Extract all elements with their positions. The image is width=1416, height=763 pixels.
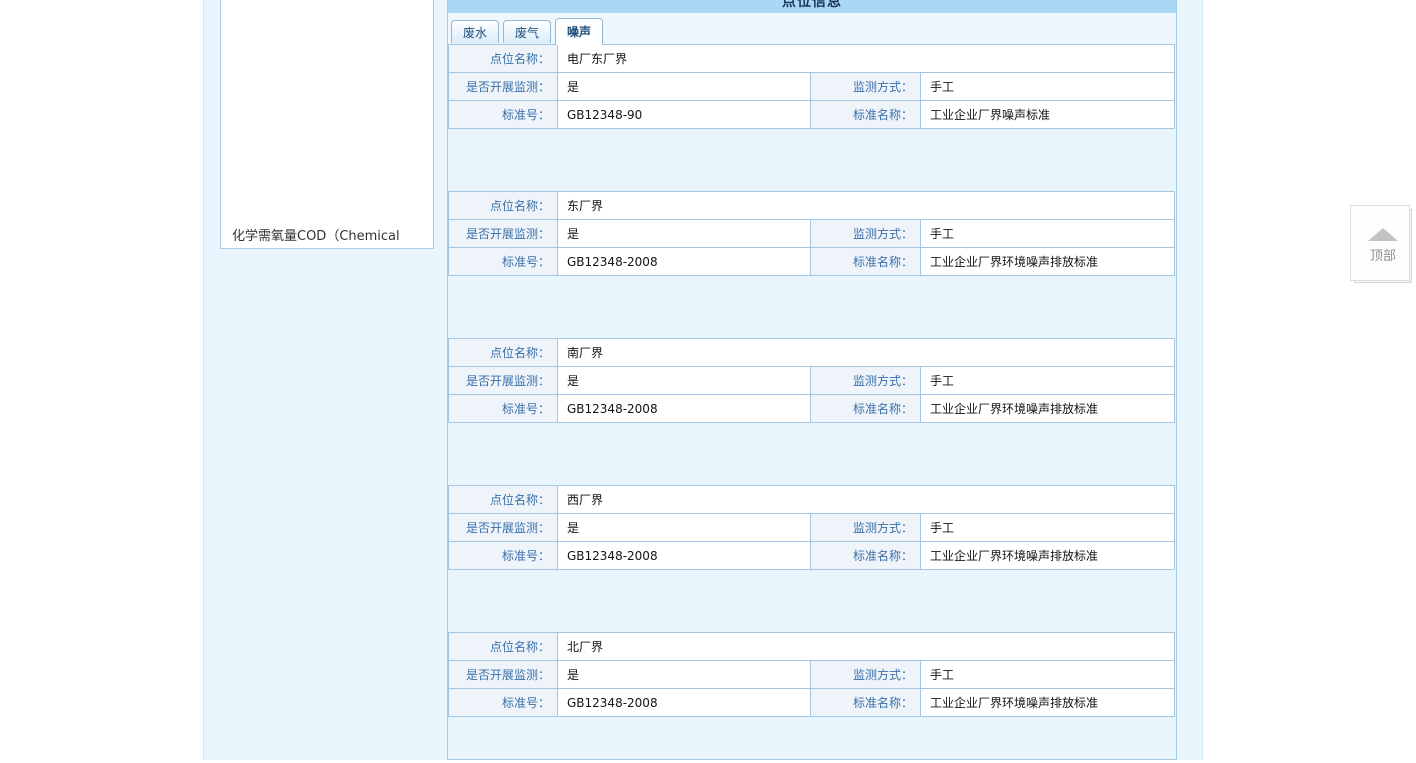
monitoring-conducted-label: 是否开展监测：: [449, 73, 558, 101]
point-name-value: 电厂东厂界: [558, 45, 1175, 73]
standard-no-label: 标准号：: [449, 395, 558, 423]
record-block: 点位名称： 北厂界 是否开展监测： 是 监测方式： 手工 标准号： GB1234…: [448, 632, 1175, 717]
standard-name-value: 工业企业厂界噪声标准: [921, 101, 1175, 129]
standard-no-label: 标准号：: [449, 542, 558, 570]
standard-no-label: 标准号：: [449, 248, 558, 276]
content-panel: 化学需氧量COD（Chemical 点位信息 废水 废气 噪声 点位名称： 电厂…: [203, 0, 1203, 760]
monitoring-conducted-label: 是否开展监测：: [449, 514, 558, 542]
point-name-value: 南厂界: [558, 339, 1175, 367]
point-name-value: 西厂界: [558, 486, 1175, 514]
point-name-value: 东厂界: [558, 192, 1175, 220]
standard-no-value: GB12348-2008: [558, 689, 811, 717]
monitoring-method-value: 手工: [921, 220, 1175, 248]
standard-name-value: 工业企业厂界环境噪声排放标准: [921, 248, 1175, 276]
monitoring-method-label: 监测方式：: [811, 661, 921, 689]
up-arrow-icon: [1368, 228, 1398, 241]
back-to-top-label: 顶部: [1370, 245, 1396, 264]
point-name-label: 点位名称：: [449, 633, 558, 661]
monitoring-conducted-label: 是否开展监测：: [449, 661, 558, 689]
standard-no-label: 标准号：: [449, 689, 558, 717]
standard-name-label: 标准名称：: [811, 101, 921, 129]
standard-no-value: GB12348-90: [558, 101, 811, 129]
sidebar-item-cod[interactable]: 化学需氧量COD（Chemical: [232, 229, 400, 242]
record-block: 点位名称： 电厂东厂界 是否开展监测： 是 监测方式： 手工 标准号： GB12…: [448, 44, 1175, 129]
record-list: 点位名称： 电厂东厂界 是否开展监测： 是 监测方式： 手工 标准号： GB12…: [448, 43, 1176, 717]
standard-name-label: 标准名称：: [811, 248, 921, 276]
point-name-value: 北厂界: [558, 633, 1175, 661]
tab-wastewater[interactable]: 废水: [451, 20, 499, 43]
point-name-label: 点位名称：: [449, 192, 558, 220]
monitoring-method-value: 手工: [921, 661, 1175, 689]
monitoring-conducted-label: 是否开展监测：: [449, 220, 558, 248]
section-title: 点位信息: [448, 0, 1176, 12]
monitoring-method-label: 监测方式：: [811, 514, 921, 542]
standard-name-label: 标准名称：: [811, 689, 921, 717]
monitoring-method-label: 监测方式：: [811, 367, 921, 395]
point-name-label: 点位名称：: [449, 45, 558, 73]
monitoring-method-value: 手工: [921, 367, 1175, 395]
monitoring-conducted-value: 是: [558, 73, 811, 101]
standard-no-value: GB12348-2008: [558, 542, 811, 570]
monitoring-method-label: 监测方式：: [811, 220, 921, 248]
standard-no-value: GB12348-2008: [558, 248, 811, 276]
monitoring-conducted-value: 是: [558, 367, 811, 395]
point-info-section: 点位信息 废水 废气 噪声 点位名称： 电厂东厂界 是否开展监测： 是 监测方式…: [447, 0, 1177, 760]
monitoring-conducted-value: 是: [558, 661, 811, 689]
point-name-label: 点位名称：: [449, 339, 558, 367]
standard-no-label: 标准号：: [449, 101, 558, 129]
standard-no-value: GB12348-2008: [558, 395, 811, 423]
record-block: 点位名称： 西厂界 是否开展监测： 是 监测方式： 手工 标准号： GB1234…: [448, 485, 1175, 570]
standard-name-value: 工业企业厂界环境噪声排放标准: [921, 395, 1175, 423]
sidebar-list-box: 化学需氧量COD（Chemical: [220, 0, 434, 249]
point-name-label: 点位名称：: [449, 486, 558, 514]
record-block: 点位名称： 南厂界 是否开展监测： 是 监测方式： 手工 标准号： GB1234…: [448, 338, 1175, 423]
monitoring-method-value: 手工: [921, 73, 1175, 101]
tab-wastegas[interactable]: 废气: [503, 20, 551, 43]
section-header: 点位信息: [448, 0, 1176, 13]
standard-name-label: 标准名称：: [811, 542, 921, 570]
standard-name-value: 工业企业厂界环境噪声排放标准: [921, 542, 1175, 570]
tab-noise[interactable]: 噪声: [555, 18, 603, 45]
standard-name-label: 标准名称：: [811, 395, 921, 423]
monitoring-method-label: 监测方式：: [811, 73, 921, 101]
monitoring-conducted-label: 是否开展监测：: [449, 367, 558, 395]
back-to-top-button[interactable]: 顶部: [1354, 209, 1412, 283]
record-block: 点位名称： 东厂界 是否开展监测： 是 监测方式： 手工 标准号： GB1234…: [448, 191, 1175, 276]
standard-name-value: 工业企业厂界环境噪声排放标准: [921, 689, 1175, 717]
monitoring-conducted-value: 是: [558, 220, 811, 248]
monitoring-conducted-value: 是: [558, 514, 811, 542]
sidebar-clip: 化学需氧量COD（Chemical: [221, 0, 433, 242]
tab-strip: 废水 废气 噪声: [448, 13, 1176, 43]
monitoring-method-value: 手工: [921, 514, 1175, 542]
